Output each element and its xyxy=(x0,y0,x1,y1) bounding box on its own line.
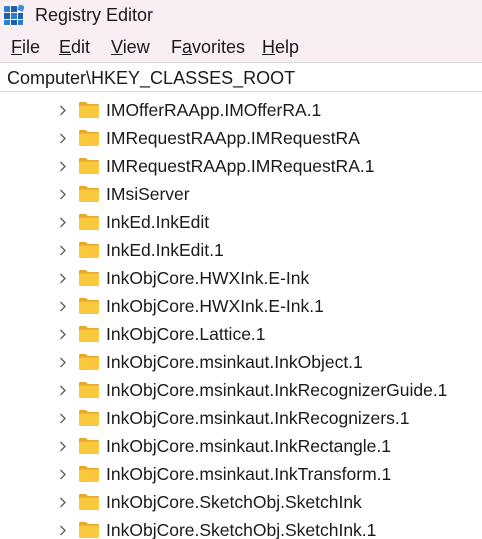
folder-icon xyxy=(79,354,99,370)
folder-icon xyxy=(79,158,99,174)
tree-row[interactable]: InkObjCore.msinkaut.InkTransform.1 xyxy=(0,460,482,488)
tree-row[interactable]: InkObjCore.SketchObj.SketchInk.1 xyxy=(0,516,482,539)
tree-item-label[interactable]: InkObjCore.msinkaut.InkRecognizers.1 xyxy=(106,407,409,429)
tree-row[interactable]: IMsiServer xyxy=(0,180,482,208)
menu-favorites-pre: F xyxy=(171,37,182,57)
menu-file-rest: ile xyxy=(22,37,41,57)
tree-row[interactable]: InkObjCore.msinkaut.InkRecognizerGuide.1 xyxy=(0,376,482,404)
chevron-right-icon[interactable] xyxy=(59,357,67,368)
chevron-right-icon[interactable] xyxy=(59,329,67,340)
folder-icon xyxy=(79,214,99,230)
chevron-right-icon[interactable] xyxy=(59,189,67,200)
chevron-right-icon[interactable] xyxy=(59,133,67,144)
chevron-right-icon[interactable] xyxy=(59,161,67,172)
menu-edit-rest: dit xyxy=(71,37,91,57)
menu-view-mnemonic: V xyxy=(111,37,123,57)
menu-favorites-post: vorites xyxy=(192,37,246,57)
window-title: Registry Editor xyxy=(35,5,154,25)
tree-item-label[interactable]: InkEd.InkEdit xyxy=(106,211,209,233)
tree-item-label[interactable]: IMOfferRAApp.IMOfferRA.1 xyxy=(106,99,321,121)
tree-item-label[interactable]: IMRequestRAApp.IMRequestRA.1 xyxy=(106,155,374,177)
folder-icon xyxy=(79,102,99,118)
menu-file[interactable]: File xyxy=(11,36,40,58)
chevron-right-icon[interactable] xyxy=(59,469,67,480)
folder-icon xyxy=(79,298,99,314)
menu-view-rest: iew xyxy=(122,37,150,57)
menu-view[interactable]: View xyxy=(111,36,150,58)
tree-item-label[interactable]: IMsiServer xyxy=(106,183,190,205)
tree-row[interactable]: InkEd.InkEdit xyxy=(0,208,482,236)
tree-item-label[interactable]: InkObjCore.msinkaut.InkRectangle.1 xyxy=(106,435,391,457)
tree-row[interactable]: IMRequestRAApp.IMRequestRA.1 xyxy=(0,152,482,180)
registry-editor-icon xyxy=(3,5,24,26)
folder-icon xyxy=(79,438,99,454)
tree-item-label[interactable]: InkObjCore.SketchObj.SketchInk xyxy=(106,491,362,513)
folder-icon xyxy=(79,270,99,286)
menu-edit-mnemonic: E xyxy=(59,37,72,57)
tree-item-label[interactable]: InkObjCore.msinkaut.InkRecognizerGuide.1 xyxy=(106,379,447,401)
tree-row[interactable]: InkObjCore.msinkaut.InkObject.1 xyxy=(0,348,482,376)
menu-help-rest: elp xyxy=(275,37,300,57)
menu-favorites-mnemonic: a xyxy=(182,37,193,57)
menu-file-mnemonic: F xyxy=(11,37,22,57)
chevron-right-icon[interactable] xyxy=(59,217,67,228)
chevron-right-icon[interactable] xyxy=(59,105,67,116)
tree-item-label[interactable]: InkObjCore.Lattice.1 xyxy=(106,323,266,345)
chevron-right-icon[interactable] xyxy=(59,273,67,284)
tree-row[interactable]: InkObjCore.SketchObj.SketchInk xyxy=(0,488,482,516)
chevron-right-icon[interactable] xyxy=(59,413,67,424)
menu-edit[interactable]: Edit xyxy=(59,36,90,58)
menu-help[interactable]: Help xyxy=(262,36,299,58)
folder-icon xyxy=(79,410,99,426)
tree-item-label[interactable]: InkObjCore.HWXInk.E-Ink xyxy=(106,267,309,289)
registry-tree[interactable]: IMOfferRAApp.IMOfferRA.1 IMRequestRAApp.I… xyxy=(0,92,482,539)
chevron-right-icon[interactable] xyxy=(59,245,67,256)
folder-icon xyxy=(79,326,99,342)
tree-row[interactable]: IMRequestRAApp.IMRequestRA xyxy=(0,124,482,152)
folder-icon xyxy=(79,130,99,146)
tree-item-label[interactable]: InkObjCore.HWXInk.E-Ink.1 xyxy=(106,295,324,317)
address-bar[interactable]: Computer\HKEY_CLASSES_ROOT xyxy=(0,62,482,92)
menu-help-mnemonic: H xyxy=(262,37,275,57)
folder-icon xyxy=(79,522,99,538)
address-path[interactable]: Computer\HKEY_CLASSES_ROOT xyxy=(7,67,295,89)
tree-item-label[interactable]: InkEd.InkEdit.1 xyxy=(106,239,224,261)
title-bar: Registry Editor xyxy=(0,0,482,30)
tree-row[interactable]: InkObjCore.HWXInk.E-Ink.1 xyxy=(0,292,482,320)
chevron-right-icon[interactable] xyxy=(59,441,67,452)
chevron-right-icon[interactable] xyxy=(59,301,67,312)
folder-icon xyxy=(79,382,99,398)
tree-item-label[interactable]: InkObjCore.msinkaut.InkObject.1 xyxy=(106,351,363,373)
folder-icon xyxy=(79,242,99,258)
chevron-right-icon[interactable] xyxy=(59,497,67,508)
tree-row[interactable]: InkObjCore.msinkaut.InkRectangle.1 xyxy=(0,432,482,460)
tree-row[interactable]: InkEd.InkEdit.1 xyxy=(0,236,482,264)
tree-item-label[interactable]: InkObjCore.SketchObj.SketchInk.1 xyxy=(106,519,376,539)
tree-item-label[interactable]: IMRequestRAApp.IMRequestRA xyxy=(106,127,360,149)
tree-row[interactable]: InkObjCore.Lattice.1 xyxy=(0,320,482,348)
chevron-right-icon[interactable] xyxy=(59,385,67,396)
menu-favorites[interactable]: Favorites xyxy=(171,36,245,58)
tree-row[interactable]: IMOfferRAApp.IMOfferRA.1 xyxy=(0,96,482,124)
tree-item-label[interactable]: InkObjCore.msinkaut.InkTransform.1 xyxy=(106,463,391,485)
tree-row[interactable]: InkObjCore.HWXInk.E-Ink xyxy=(0,264,482,292)
menu-bar: File Edit View Favorites Help xyxy=(0,30,482,62)
chevron-right-icon[interactable] xyxy=(59,525,67,536)
folder-icon xyxy=(79,494,99,510)
folder-icon xyxy=(79,186,99,202)
folder-icon xyxy=(79,466,99,482)
tree-row[interactable]: InkObjCore.msinkaut.InkRecognizers.1 xyxy=(0,404,482,432)
